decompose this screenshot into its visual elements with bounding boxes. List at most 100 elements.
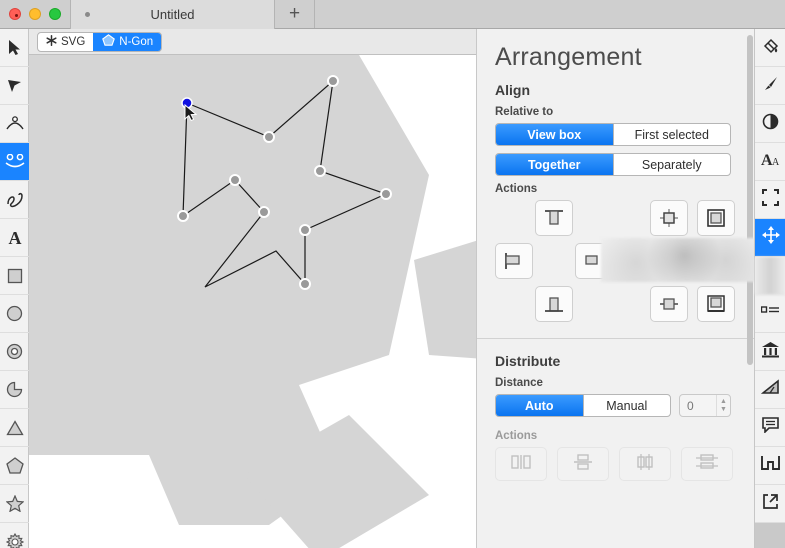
boolean-panel-button[interactable]	[755, 447, 785, 485]
inspector-panel: Arrangement Align Relative to View box F…	[476, 29, 754, 548]
circle-icon	[6, 305, 23, 322]
center-both-button[interactable]	[650, 200, 688, 236]
direct-select-tool[interactable]	[0, 67, 29, 105]
move-arrows-icon	[761, 226, 780, 249]
export-arrow-icon	[762, 493, 779, 515]
breadcrumb-item-svg[interactable]: SVG	[38, 33, 93, 51]
pie-tool[interactable]	[0, 371, 29, 409]
typography-panel-button[interactable]: A A	[755, 143, 785, 181]
two-node-curve-icon	[5, 154, 25, 169]
right-toolbar-filler	[755, 523, 785, 548]
distribute-vertical-gaps-button[interactable]	[557, 447, 609, 481]
library-panel-button[interactable]	[755, 333, 785, 371]
align-middle-button[interactable]	[650, 286, 688, 322]
pencil-tool[interactable]	[0, 181, 29, 219]
select-tool[interactable]	[0, 29, 29, 67]
node-handle[interactable]	[258, 206, 270, 218]
arrangement-panel-button[interactable]	[755, 219, 785, 257]
donut-tool[interactable]	[0, 333, 29, 371]
align-actions-grid	[495, 200, 754, 322]
panel-title: Arrangement	[495, 43, 642, 71]
fit-to-box-button[interactable]	[697, 200, 735, 236]
speech-bubble-icon	[761, 417, 780, 438]
stepper-arrows-icon[interactable]: ▲ ▼	[716, 395, 730, 416]
center-crosshair-icon	[658, 208, 680, 228]
chevron-down-icon[interactable]: ▼	[720, 406, 727, 413]
dist-h-gaps-icon	[509, 453, 533, 476]
panel-scrollbar[interactable]	[747, 35, 753, 365]
distribute-vertical-centers-button[interactable]	[681, 447, 733, 481]
node-edit-tool[interactable]	[0, 143, 29, 181]
zoom-button[interactable]	[49, 8, 61, 20]
close-button[interactable]	[9, 8, 21, 20]
align-bottom-icon	[543, 294, 565, 314]
dist-v-gaps-icon	[571, 453, 595, 476]
effects-panel-button[interactable]	[755, 105, 785, 143]
distance-manual-option[interactable]: Manual	[582, 395, 671, 416]
nested-squares-bottom-icon	[705, 294, 727, 314]
rectangle-tool[interactable]	[0, 257, 29, 295]
relative-to-viewbox-option[interactable]: View box	[496, 124, 613, 145]
gear-tool[interactable]	[0, 523, 29, 548]
new-tab-button[interactable]: +	[275, 0, 315, 28]
canvas-svg[interactable]	[29, 55, 476, 548]
fill-panel-button[interactable]	[755, 29, 785, 67]
left-toolbar: A	[0, 29, 29, 548]
star-tool[interactable]	[0, 485, 29, 523]
text-tool[interactable]: A	[0, 219, 29, 257]
scope-separately-option[interactable]: Separately	[612, 154, 731, 175]
align-actions-label: Actions	[495, 183, 538, 195]
ring-icon	[6, 343, 23, 360]
distribute-actions-row	[495, 447, 736, 481]
hidden-panel-button[interactable]	[755, 257, 785, 295]
tab-modified-dot	[85, 12, 90, 17]
distribute-horizontal-centers-button[interactable]	[619, 447, 671, 481]
comments-panel-button[interactable]	[755, 409, 785, 447]
export-panel-button[interactable]	[755, 485, 785, 523]
measure-panel-button[interactable]	[755, 371, 785, 409]
list-rows-icon	[760, 305, 780, 323]
scope-together-option[interactable]: Together	[496, 154, 613, 175]
node-handle[interactable]	[380, 188, 392, 200]
squiggle-icon	[6, 192, 24, 208]
chevron-up-icon[interactable]: ▲	[720, 398, 727, 405]
pentagon-tool[interactable]	[0, 447, 29, 485]
canvas-area[interactable]	[29, 55, 476, 548]
single-node-icon	[5, 116, 24, 131]
pentagon-icon	[5, 457, 24, 474]
node-handle[interactable]	[327, 75, 339, 87]
distance-label: Distance	[495, 377, 543, 389]
node-handle[interactable]	[299, 278, 311, 290]
align-left-button[interactable]	[495, 243, 533, 279]
obscured-region	[601, 238, 754, 282]
distance-stepper[interactable]: 0 ▲ ▼	[679, 394, 731, 417]
distribute-horizontal-gaps-button[interactable]	[495, 447, 547, 481]
node-handle[interactable]	[263, 131, 275, 143]
triangle-tool[interactable]	[0, 409, 29, 447]
fit-bottom-button[interactable]	[697, 286, 735, 322]
pentagon-icon	[102, 34, 116, 49]
stroke-panel-button[interactable]	[755, 67, 785, 105]
text-a-icon: A	[7, 229, 23, 246]
align-top-button[interactable]	[535, 200, 573, 236]
breadcrumb-item-ngon[interactable]: N-Gon	[93, 32, 162, 51]
star-icon	[5, 495, 24, 512]
tab-untitled[interactable]: Untitled	[70, 0, 275, 29]
ellipse-tool[interactable]	[0, 295, 29, 333]
node-handle[interactable]	[314, 165, 326, 177]
align-bottom-button[interactable]	[535, 286, 573, 322]
transform-panel-button[interactable]	[755, 181, 785, 219]
brush-icon	[762, 75, 779, 97]
node-handle[interactable]	[229, 174, 241, 186]
relative-to-segmented: View box First selected	[495, 123, 731, 146]
distance-auto-option[interactable]: Auto	[496, 395, 583, 416]
align-left-icon	[503, 251, 525, 271]
minimize-button[interactable]	[29, 8, 41, 20]
relative-to-first-selected-option[interactable]: First selected	[612, 124, 731, 145]
point-tool[interactable]	[0, 105, 29, 143]
cursor-arrow-icon	[7, 39, 22, 56]
layers-panel-button[interactable]	[755, 295, 785, 333]
pentagon-shape[interactable]	[414, 240, 476, 360]
node-handle[interactable]	[177, 210, 189, 222]
node-handle[interactable]	[299, 224, 311, 236]
